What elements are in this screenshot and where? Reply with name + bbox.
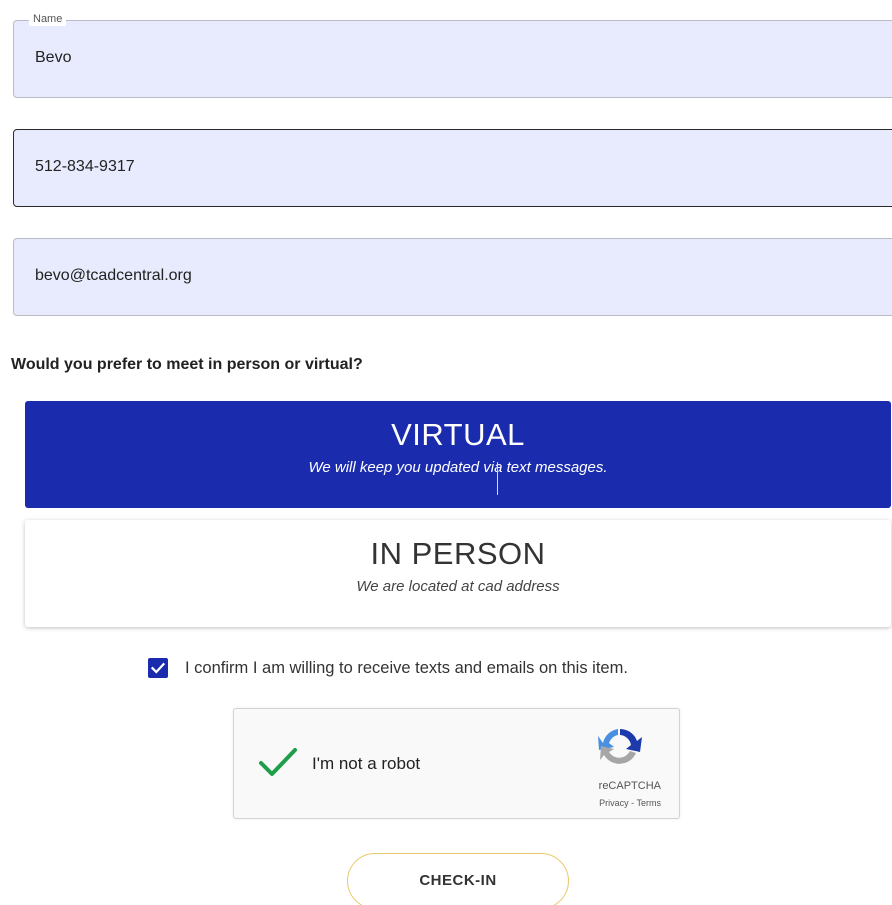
meeting-question: Would you prefer to meet in person or vi… — [11, 356, 363, 373]
check-in-button-label: CHECK-IN — [419, 872, 497, 889]
recaptcha-links: Privacy - Terms — [599, 798, 661, 808]
text-cursor — [497, 462, 498, 495]
recaptcha-logo-icon — [596, 725, 644, 774]
email-field[interactable]: bevo@tcadcentral.org — [13, 238, 892, 316]
recaptcha-brand: reCAPTCHA — [598, 780, 661, 792]
virtual-option[interactable]: VIRTUAL We will keep you updated via tex… — [25, 401, 891, 508]
phone-field[interactable]: 512-834-9317 — [13, 129, 892, 207]
recaptcha-widget: I'm not a robot reCAPTCHA Privacy - Term… — [233, 708, 680, 819]
virtual-option-title: VIRTUAL — [391, 417, 525, 452]
in-person-option-subtitle: We are located at cad address — [356, 578, 560, 595]
name-field-value: Bevo — [35, 49, 72, 66]
check-in-button[interactable]: CHECK-IN — [347, 853, 569, 905]
phone-field-value: 512-834-9317 — [35, 158, 135, 175]
green-checkmark-icon — [259, 748, 297, 776]
check-in-form: Name Bevo 512-834-9317 bevo@tcadcentral.… — [0, 0, 892, 905]
email-field-value: bevo@tcadcentral.org — [35, 267, 192, 284]
name-field-label: Name — [29, 12, 67, 26]
link-separator: - — [628, 798, 637, 808]
consent-checkbox[interactable] — [148, 658, 168, 678]
recaptcha-label: I'm not a robot — [312, 754, 421, 773]
virtual-option-subtitle: We will keep you updated via text messag… — [308, 459, 608, 476]
consent-row: I confirm I am willing to receive texts … — [148, 657, 628, 679]
in-person-option-title: IN PERSON — [370, 536, 546, 571]
privacy-link[interactable]: Privacy — [599, 798, 629, 808]
terms-link[interactable]: Terms — [637, 798, 662, 808]
recaptcha-checkbox[interactable] — [258, 747, 298, 784]
in-person-option[interactable]: IN PERSON We are located at cad address — [25, 520, 891, 627]
checkmark-icon — [150, 662, 166, 674]
consent-label: I confirm I am willing to receive texts … — [185, 658, 628, 677]
name-field[interactable]: Name Bevo — [13, 12, 892, 98]
